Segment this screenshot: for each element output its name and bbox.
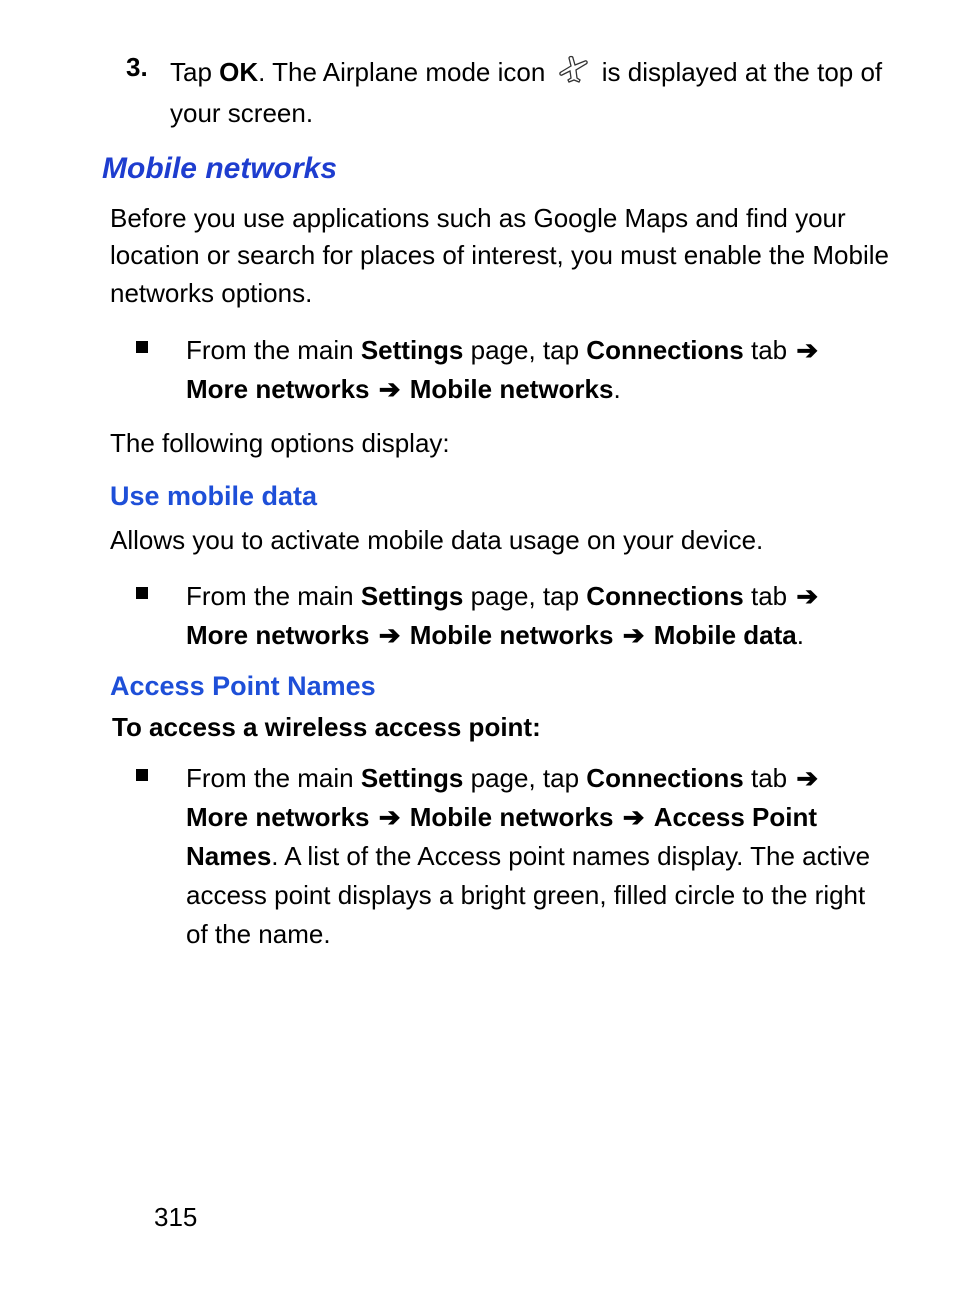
connections-label: Connections: [586, 335, 743, 365]
text: Tap: [170, 57, 219, 87]
settings-label: Settings: [361, 335, 464, 365]
step-3: 3. Tap OK. The Airplane mode icon is dis…: [126, 52, 894, 132]
airplane-icon: [557, 52, 591, 96]
mobile-networks-label: Mobile networks: [410, 374, 614, 404]
bullet-body: From the main Settings page, tap Connect…: [186, 577, 874, 655]
square-bullet-icon: [136, 341, 148, 353]
heading-mobile-networks: Mobile networks: [102, 152, 894, 186]
text: From the main: [186, 763, 361, 793]
arrow-icon: ➔: [796, 335, 818, 365]
mobile-data-label: Mobile data: [654, 620, 797, 650]
text: From the main: [186, 335, 361, 365]
square-bullet-icon: [136, 769, 148, 781]
bullet-body: From the main Settings page, tap Connect…: [186, 759, 874, 954]
use-mobile-data-body: Allows you to activate mobile data usage…: [110, 522, 894, 560]
connections-label: Connections: [586, 581, 743, 611]
mobile-networks-label: Mobile networks: [410, 620, 614, 650]
bullet-nav-mobile-data: From the main Settings page, tap Connect…: [136, 577, 874, 655]
arrow-icon: ➔: [796, 763, 818, 793]
step-number: 3.: [126, 52, 170, 83]
settings-label: Settings: [361, 581, 464, 611]
text: tab: [744, 335, 795, 365]
text: tab: [744, 581, 795, 611]
ok-label: OK: [219, 57, 258, 87]
text: From the main: [186, 581, 361, 611]
page: 3. Tap OK. The Airplane mode icon is dis…: [0, 0, 954, 1295]
heading-use-mobile-data: Use mobile data: [110, 481, 894, 512]
mobile-networks-intro: Before you use applications such as Goog…: [110, 200, 894, 313]
more-networks-label: More networks: [186, 620, 370, 650]
text: page, tap: [463, 581, 586, 611]
square-bullet-icon: [136, 587, 148, 599]
following-options: The following options display:: [110, 425, 894, 463]
bullet-nav-mobile-networks: From the main Settings page, tap Connect…: [136, 331, 874, 409]
settings-label: Settings: [361, 763, 464, 793]
text: .: [797, 620, 804, 650]
text: .: [613, 374, 620, 404]
more-networks-label: More networks: [186, 374, 370, 404]
arrow-icon: ➔: [379, 802, 401, 832]
text: . A list of the Access point names displ…: [186, 841, 870, 949]
page-number: 315: [154, 1202, 197, 1233]
mobile-networks-label: Mobile networks: [410, 802, 614, 832]
arrow-icon: ➔: [796, 581, 818, 611]
step-body: Tap OK. The Airplane mode icon is displa…: [170, 52, 894, 132]
arrow-icon: ➔: [623, 620, 645, 650]
bullet-body: From the main Settings page, tap Connect…: [186, 331, 874, 409]
text: page, tap: [463, 763, 586, 793]
apn-lead: To access a wireless access point:: [112, 712, 894, 743]
bullet-nav-apn: From the main Settings page, tap Connect…: [136, 759, 874, 954]
more-networks-label: More networks: [186, 802, 370, 832]
arrow-icon: ➔: [379, 620, 401, 650]
text: page, tap: [463, 335, 586, 365]
arrow-icon: ➔: [379, 374, 401, 404]
arrow-icon: ➔: [623, 802, 645, 832]
heading-access-point-names: Access Point Names: [110, 671, 894, 702]
text: tab: [744, 763, 795, 793]
text: . The Airplane mode icon: [258, 57, 552, 87]
connections-label: Connections: [586, 763, 743, 793]
